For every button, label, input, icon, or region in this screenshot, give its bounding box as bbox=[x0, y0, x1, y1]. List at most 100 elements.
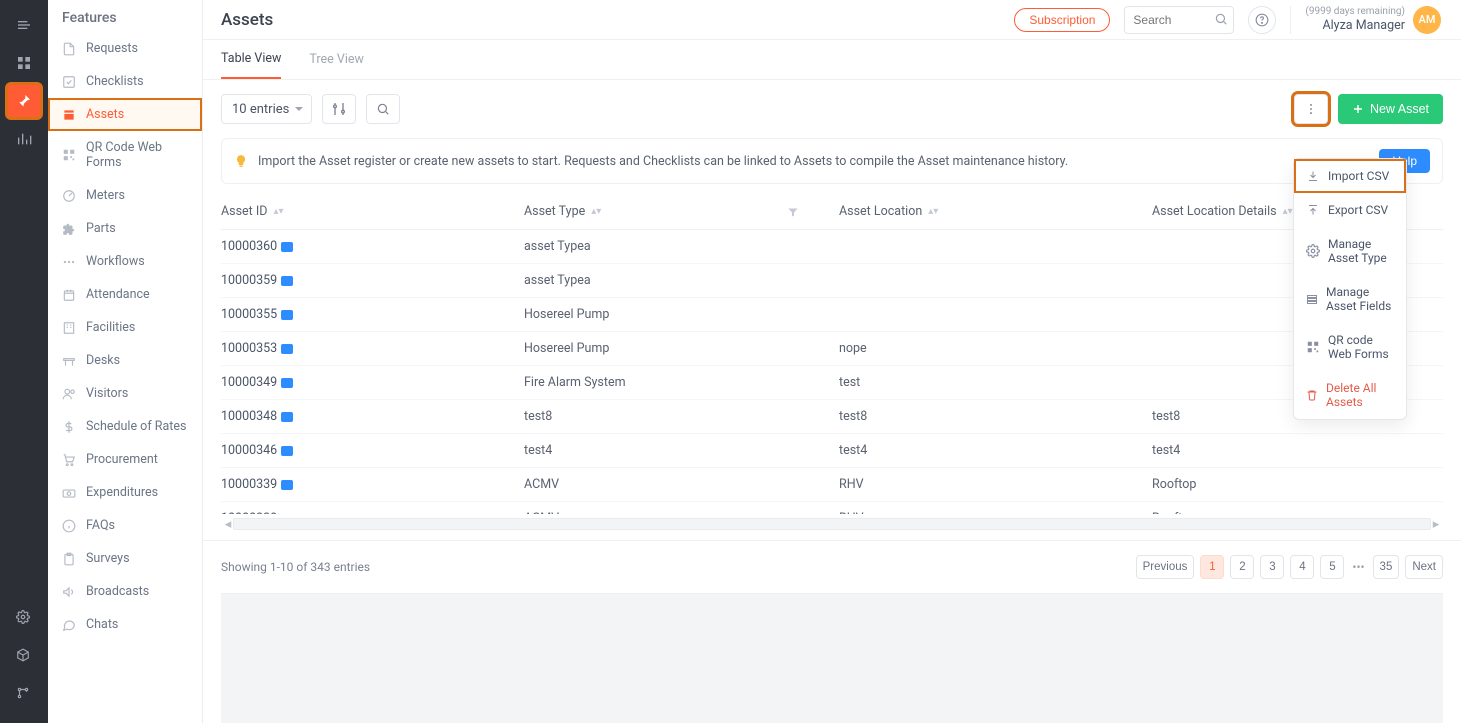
menu-item-manage-asset-fields[interactable]: Manage Asset Fields bbox=[1294, 275, 1406, 323]
rail-branch[interactable] bbox=[7, 677, 41, 711]
pager-page-3[interactable]: 3 bbox=[1260, 555, 1284, 579]
empty-region bbox=[221, 593, 1443, 723]
rail-assets-module[interactable] bbox=[7, 84, 41, 118]
subscription-button[interactable]: Subscription bbox=[1014, 8, 1110, 32]
qr-icon bbox=[62, 148, 76, 162]
help-icon[interactable] bbox=[1248, 6, 1276, 34]
cell-asset-id: 10000348 bbox=[221, 409, 524, 424]
cell-asset-type: asset Typea bbox=[524, 239, 839, 254]
sidebar-item-schedule-of-rates[interactable]: Schedule of Rates bbox=[48, 410, 202, 443]
sidebar-item-label: Procurement bbox=[86, 452, 158, 467]
sidebar-item-workflows[interactable]: Workflows bbox=[48, 245, 202, 278]
chart-icon bbox=[16, 131, 32, 147]
table-row[interactable]: 10000353Hosereel Pumpnope bbox=[221, 332, 1443, 366]
cell-asset-id: 10000360 bbox=[221, 239, 524, 254]
cell-asset-location bbox=[839, 273, 1152, 288]
new-asset-label: New Asset bbox=[1370, 102, 1429, 116]
pager-page-4[interactable]: 4 bbox=[1290, 555, 1314, 579]
sidebar-item-chats[interactable]: Chats bbox=[48, 608, 202, 641]
menu-item-delete-all-assets[interactable]: Delete All Assets bbox=[1294, 371, 1406, 419]
top-bar: Assets Subscription (9999 days remaining… bbox=[203, 0, 1461, 40]
check-icon bbox=[62, 75, 76, 89]
menu-item-export-csv[interactable]: Export CSV bbox=[1294, 193, 1406, 227]
trash-icon bbox=[1306, 388, 1318, 402]
sidebar-item-assets[interactable]: Assets bbox=[48, 98, 202, 131]
asset-icon bbox=[62, 108, 76, 122]
pager-page-1[interactable]: 1 bbox=[1200, 555, 1224, 579]
table-row[interactable]: 10000346test4test4test4 bbox=[221, 434, 1443, 468]
horizontal-scrollbar[interactable]: ◂ ▸ bbox=[221, 516, 1443, 532]
doc-icon bbox=[62, 42, 76, 56]
sidebar-item-qr-code-web-forms[interactable]: QR Code Web Forms bbox=[48, 131, 202, 179]
desk-icon bbox=[62, 354, 76, 368]
entries-select[interactable]: 10 entries bbox=[221, 94, 312, 124]
filter-icon[interactable] bbox=[787, 206, 799, 218]
search-icon bbox=[1214, 12, 1228, 26]
cell-asset-location bbox=[839, 239, 1152, 254]
sidebar-item-faqs[interactable]: FAQs bbox=[48, 509, 202, 542]
asset-actions-menu: Import CSVExport CSV Manage Asset Type Man… bbox=[1293, 158, 1407, 420]
table-row[interactable]: 10000348test8test8test8 bbox=[221, 400, 1443, 434]
scroll-right-icon[interactable]: ▸ bbox=[1429, 517, 1443, 532]
rail-settings[interactable] bbox=[7, 601, 41, 635]
table-row[interactable]: 10000338ACMVRHVRooftop bbox=[221, 502, 1443, 514]
tab-tree-view[interactable]: Tree View bbox=[309, 41, 364, 78]
sidebar-item-checklists[interactable]: Checklists bbox=[48, 65, 202, 98]
more-menu-button[interactable] bbox=[1294, 94, 1328, 124]
sidebar-item-attendance[interactable]: Attendance bbox=[48, 278, 202, 311]
sidebar-item-procurement[interactable]: Procurement bbox=[48, 443, 202, 476]
main-content: Assets Subscription (9999 days remaining… bbox=[203, 0, 1461, 723]
search-icon-button[interactable] bbox=[366, 94, 400, 124]
sidebar-item-desks[interactable]: Desks bbox=[48, 344, 202, 377]
column-header-assetId[interactable]: Asset ID ▴▾ bbox=[221, 204, 524, 219]
sidebar-item-label: Assets bbox=[86, 107, 124, 122]
menu-item-manage-asset-type[interactable]: Manage Asset Type bbox=[1294, 227, 1406, 275]
column-label: Asset ID bbox=[221, 204, 267, 219]
column-header-assetLocation[interactable]: Asset Location▴▾ bbox=[839, 204, 1152, 219]
sidebar-item-surveys[interactable]: Surveys bbox=[48, 542, 202, 575]
sidebar-item-facilities[interactable]: Facilities bbox=[48, 311, 202, 344]
menu-item-qr-code-web-forms[interactable]: QR code Web Forms bbox=[1294, 323, 1406, 371]
rail-menu-toggle[interactable] bbox=[7, 8, 41, 42]
table-row[interactable]: 10000359asset Typea bbox=[221, 264, 1443, 298]
menu-item-label: Manage Asset Type bbox=[1328, 237, 1394, 265]
rail-dashboard[interactable] bbox=[7, 46, 41, 80]
new-asset-button[interactable]: New Asset bbox=[1338, 94, 1443, 124]
menu-icon bbox=[16, 17, 32, 33]
sidebar-item-label: Parts bbox=[86, 221, 116, 236]
tab-table-view[interactable]: Table View bbox=[221, 40, 281, 79]
sidebar-item-meters[interactable]: Meters bbox=[48, 179, 202, 212]
table-row[interactable]: 10000339ACMVRHVRooftop bbox=[221, 468, 1443, 502]
sidebar-item-label: Visitors bbox=[86, 386, 128, 401]
rail-analytics[interactable] bbox=[7, 122, 41, 156]
table-row[interactable]: 10000355Hosereel Pump bbox=[221, 298, 1443, 332]
sort-icon: ▴▾ bbox=[273, 209, 283, 215]
sidebar-item-expenditures[interactable]: Expenditures bbox=[48, 476, 202, 509]
pager-page-2[interactable]: 2 bbox=[1230, 555, 1254, 579]
info-banner: Import the Asset register or create new … bbox=[221, 138, 1443, 184]
pager-previous[interactable]: Previous bbox=[1136, 555, 1195, 579]
sidebar-item-label: Meters bbox=[86, 188, 125, 203]
pager-page-35[interactable]: 35 bbox=[1373, 555, 1400, 579]
sort-icon: ▴▾ bbox=[928, 209, 938, 215]
sidebar-item-label: Chats bbox=[86, 617, 118, 632]
dots-icon bbox=[62, 255, 76, 269]
rail-package[interactable] bbox=[7, 639, 41, 673]
pager-next[interactable]: Next bbox=[1405, 555, 1443, 579]
user-block[interactable]: (9999 days remaining) Alyza Manager AM bbox=[1290, 6, 1441, 34]
sidebar-item-parts[interactable]: Parts bbox=[48, 212, 202, 245]
sort-icon: ▴▾ bbox=[591, 209, 601, 215]
sidebar-item-requests[interactable]: Requests bbox=[48, 32, 202, 65]
menu-item-import-csv[interactable]: Import CSV bbox=[1294, 159, 1406, 193]
table-row[interactable]: 10000349Fire Alarm Systemtest bbox=[221, 366, 1443, 400]
settings-icon-button[interactable] bbox=[322, 94, 356, 124]
sidebar-item-visitors[interactable]: Visitors bbox=[48, 377, 202, 410]
pager-page-5[interactable]: 5 bbox=[1320, 555, 1344, 579]
cell-asset-id: 10000353 bbox=[221, 341, 524, 356]
column-header-assetType[interactable]: Asset Type▴▾ bbox=[524, 204, 839, 219]
asset-badge-icon bbox=[281, 276, 293, 286]
table-row[interactable]: 10000360asset Typea bbox=[221, 230, 1443, 264]
sidebar-item-broadcasts[interactable]: Broadcasts bbox=[48, 575, 202, 608]
lightbulb-icon bbox=[234, 154, 248, 168]
avatar: AM bbox=[1413, 6, 1441, 34]
